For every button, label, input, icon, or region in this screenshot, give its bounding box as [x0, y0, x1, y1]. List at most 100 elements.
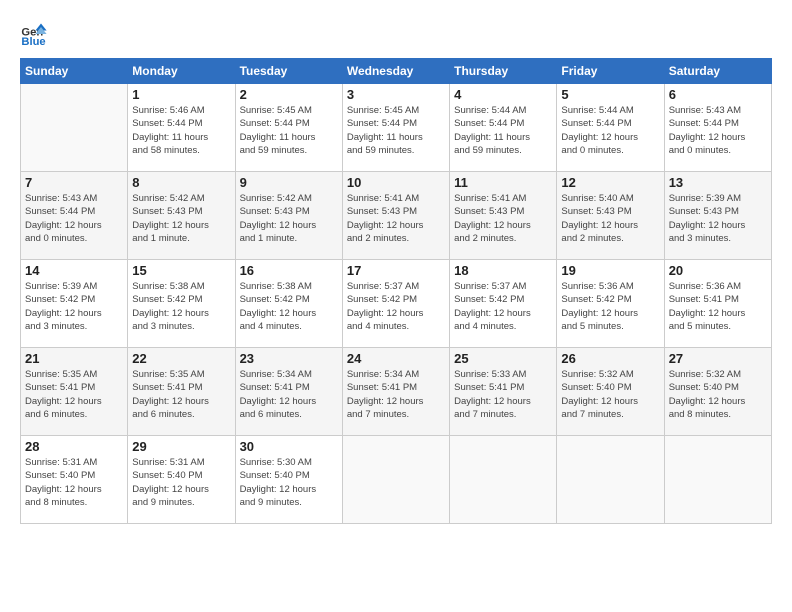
- svg-text:Blue: Blue: [21, 36, 45, 48]
- logo: Gen Blue: [20, 20, 50, 48]
- calendar-cell: 30 Sunrise: 5:30 AM Sunset: 5:40 PM Dayli…: [235, 436, 342, 524]
- day-info: Sunrise: 5:38 AM Sunset: 5:42 PM Dayligh…: [240, 280, 338, 333]
- logo-icon: Gen Blue: [20, 20, 48, 48]
- day-number: 8: [132, 175, 230, 190]
- calendar-cell: [342, 436, 449, 524]
- day-info: Sunrise: 5:40 AM Sunset: 5:43 PM Dayligh…: [561, 192, 659, 245]
- calendar-cell: 22 Sunrise: 5:35 AM Sunset: 5:41 PM Dayli…: [128, 348, 235, 436]
- day-number: 5: [561, 87, 659, 102]
- day-info: Sunrise: 5:35 AM Sunset: 5:41 PM Dayligh…: [25, 368, 123, 421]
- day-info: Sunrise: 5:45 AM Sunset: 5:44 PM Dayligh…: [347, 104, 445, 157]
- day-info: Sunrise: 5:45 AM Sunset: 5:44 PM Dayligh…: [240, 104, 338, 157]
- day-info: Sunrise: 5:32 AM Sunset: 5:40 PM Dayligh…: [561, 368, 659, 421]
- day-number: 1: [132, 87, 230, 102]
- day-info: Sunrise: 5:34 AM Sunset: 5:41 PM Dayligh…: [240, 368, 338, 421]
- day-info: Sunrise: 5:37 AM Sunset: 5:42 PM Dayligh…: [454, 280, 552, 333]
- calendar-cell: 10 Sunrise: 5:41 AM Sunset: 5:43 PM Dayli…: [342, 172, 449, 260]
- calendar-cell: [664, 436, 771, 524]
- calendar-cell: [557, 436, 664, 524]
- week-row-1: 1 Sunrise: 5:46 AM Sunset: 5:44 PM Daylig…: [21, 84, 772, 172]
- day-info: Sunrise: 5:44 AM Sunset: 5:44 PM Dayligh…: [561, 104, 659, 157]
- day-number: 19: [561, 263, 659, 278]
- calendar-cell: 9 Sunrise: 5:42 AM Sunset: 5:43 PM Daylig…: [235, 172, 342, 260]
- weekday-header-saturday: Saturday: [664, 59, 771, 84]
- weekday-header-friday: Friday: [557, 59, 664, 84]
- calendar-cell: 27 Sunrise: 5:32 AM Sunset: 5:40 PM Dayli…: [664, 348, 771, 436]
- week-row-5: 28Sunrise: 5:31 AM Sunset: 5:40 PM Dayli…: [21, 436, 772, 524]
- day-info: Sunrise: 5:44 AM Sunset: 5:44 PM Dayligh…: [454, 104, 552, 157]
- day-number: 18: [454, 263, 552, 278]
- day-number: 11: [454, 175, 552, 190]
- day-info: Sunrise: 5:43 AM Sunset: 5:44 PM Dayligh…: [669, 104, 767, 157]
- weekday-header-monday: Monday: [128, 59, 235, 84]
- day-info: Sunrise: 5:39 AM Sunset: 5:43 PM Dayligh…: [669, 192, 767, 245]
- weekday-header-tuesday: Tuesday: [235, 59, 342, 84]
- day-number: 9: [240, 175, 338, 190]
- day-info: Sunrise: 5:46 AM Sunset: 5:44 PM Dayligh…: [132, 104, 230, 157]
- day-number: 20: [669, 263, 767, 278]
- day-number: 15: [132, 263, 230, 278]
- day-info: Sunrise: 5:36 AM Sunset: 5:41 PM Dayligh…: [669, 280, 767, 333]
- calendar-cell: 16Sunrise: 5:38 AM Sunset: 5:42 PM Dayli…: [235, 260, 342, 348]
- day-number: 4: [454, 87, 552, 102]
- calendar-cell: [450, 436, 557, 524]
- calendar-cell: 1 Sunrise: 5:46 AM Sunset: 5:44 PM Daylig…: [128, 84, 235, 172]
- calendar-cell: 8 Sunrise: 5:42 AM Sunset: 5:43 PM Daylig…: [128, 172, 235, 260]
- calendar-cell: 17Sunrise: 5:37 AM Sunset: 5:42 PM Dayli…: [342, 260, 449, 348]
- day-number: 26: [561, 351, 659, 366]
- weekday-header-thursday: Thursday: [450, 59, 557, 84]
- day-number: 21: [25, 351, 123, 366]
- calendar-cell: 12Sunrise: 5:40 AM Sunset: 5:43 PM Dayli…: [557, 172, 664, 260]
- calendar-cell: 13 Sunrise: 5:39 AM Sunset: 5:43 PM Dayli…: [664, 172, 771, 260]
- calendar-cell: 2 Sunrise: 5:45 AM Sunset: 5:44 PM Daylig…: [235, 84, 342, 172]
- day-number: 2: [240, 87, 338, 102]
- day-number: 7: [25, 175, 123, 190]
- day-info: Sunrise: 5:42 AM Sunset: 5:43 PM Dayligh…: [240, 192, 338, 245]
- day-info: Sunrise: 5:33 AM Sunset: 5:41 PM Dayligh…: [454, 368, 552, 421]
- day-info: Sunrise: 5:42 AM Sunset: 5:43 PM Dayligh…: [132, 192, 230, 245]
- day-number: 25: [454, 351, 552, 366]
- day-number: 29: [132, 439, 230, 454]
- calendar-cell: 20 Sunrise: 5:36 AM Sunset: 5:41 PM Dayli…: [664, 260, 771, 348]
- day-number: 23: [240, 351, 338, 366]
- day-number: 27: [669, 351, 767, 366]
- calendar-cell: 15 Sunrise: 5:38 AM Sunset: 5:42 PM Dayli…: [128, 260, 235, 348]
- calendar-cell: 21 Sunrise: 5:35 AM Sunset: 5:41 PM Dayli…: [21, 348, 128, 436]
- calendar-cell: [21, 84, 128, 172]
- day-number: 13: [669, 175, 767, 190]
- day-info: Sunrise: 5:41 AM Sunset: 5:43 PM Dayligh…: [347, 192, 445, 245]
- calendar-cell: 18 Sunrise: 5:37 AM Sunset: 5:42 PM Dayli…: [450, 260, 557, 348]
- day-info: Sunrise: 5:30 AM Sunset: 5:40 PM Dayligh…: [240, 456, 338, 509]
- day-number: 6: [669, 87, 767, 102]
- day-number: 3: [347, 87, 445, 102]
- calendar-cell: 29Sunrise: 5:31 AM Sunset: 5:40 PM Dayli…: [128, 436, 235, 524]
- week-row-4: 21 Sunrise: 5:35 AM Sunset: 5:41 PM Dayli…: [21, 348, 772, 436]
- day-info: Sunrise: 5:31 AM Sunset: 5:40 PM Dayligh…: [25, 456, 123, 509]
- day-info: Sunrise: 5:43 AM Sunset: 5:44 PM Dayligh…: [25, 192, 123, 245]
- page-header: Gen Blue: [20, 20, 772, 48]
- calendar-cell: 7 Sunrise: 5:43 AM Sunset: 5:44 PM Daylig…: [21, 172, 128, 260]
- day-info: Sunrise: 5:35 AM Sunset: 5:41 PM Dayligh…: [132, 368, 230, 421]
- calendar-cell: 24Sunrise: 5:34 AM Sunset: 5:41 PM Dayli…: [342, 348, 449, 436]
- day-info: Sunrise: 5:38 AM Sunset: 5:42 PM Dayligh…: [132, 280, 230, 333]
- day-number: 14: [25, 263, 123, 278]
- calendar-cell: 6 Sunrise: 5:43 AM Sunset: 5:44 PM Daylig…: [664, 84, 771, 172]
- weekday-header-wednesday: Wednesday: [342, 59, 449, 84]
- calendar-cell: 25 Sunrise: 5:33 AM Sunset: 5:41 PM Dayli…: [450, 348, 557, 436]
- weekday-header-sunday: Sunday: [21, 59, 128, 84]
- calendar-cell: 28Sunrise: 5:31 AM Sunset: 5:40 PM Dayli…: [21, 436, 128, 524]
- week-row-3: 14Sunrise: 5:39 AM Sunset: 5:42 PM Dayli…: [21, 260, 772, 348]
- day-number: 22: [132, 351, 230, 366]
- day-number: 10: [347, 175, 445, 190]
- calendar-cell: 14Sunrise: 5:39 AM Sunset: 5:42 PM Dayli…: [21, 260, 128, 348]
- day-info: Sunrise: 5:37 AM Sunset: 5:42 PM Dayligh…: [347, 280, 445, 333]
- calendar-cell: 23 Sunrise: 5:34 AM Sunset: 5:41 PM Dayli…: [235, 348, 342, 436]
- calendar-cell: 4 Sunrise: 5:44 AM Sunset: 5:44 PM Daylig…: [450, 84, 557, 172]
- week-row-2: 7 Sunrise: 5:43 AM Sunset: 5:44 PM Daylig…: [21, 172, 772, 260]
- day-info: Sunrise: 5:36 AM Sunset: 5:42 PM Dayligh…: [561, 280, 659, 333]
- day-info: Sunrise: 5:32 AM Sunset: 5:40 PM Dayligh…: [669, 368, 767, 421]
- calendar-cell: 11Sunrise: 5:41 AM Sunset: 5:43 PM Dayli…: [450, 172, 557, 260]
- day-number: 30: [240, 439, 338, 454]
- day-number: 24: [347, 351, 445, 366]
- calendar-cell: 19 Sunrise: 5:36 AM Sunset: 5:42 PM Dayli…: [557, 260, 664, 348]
